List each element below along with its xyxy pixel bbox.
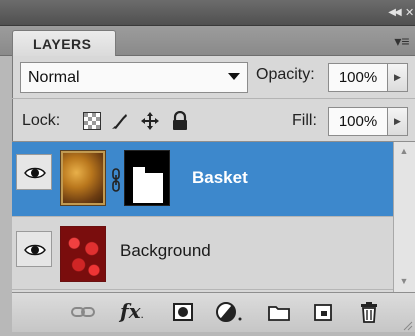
layer-thumbnail[interactable] — [60, 226, 106, 282]
eye-icon — [24, 244, 46, 256]
layer-style-fx-icon[interactable]: fx. — [120, 300, 146, 324]
delete-layer-icon[interactable] — [356, 300, 382, 324]
eye-icon — [24, 167, 46, 179]
visibility-toggle[interactable] — [16, 231, 52, 267]
close-icon[interactable]: ✕ — [405, 6, 415, 20]
mask-shape — [133, 173, 163, 203]
lock-transparent-pixels-icon[interactable] — [82, 111, 102, 131]
resize-grip-icon[interactable] — [401, 318, 413, 331]
scrollbar[interactable] — [393, 142, 415, 292]
layer-name[interactable]: Basket — [192, 168, 248, 188]
chevron-down-icon[interactable] — [228, 73, 240, 80]
fill-field[interactable]: 100% — [328, 107, 388, 136]
divider — [12, 98, 415, 99]
lock-position-icon[interactable] — [140, 111, 160, 131]
lock-image-pixels-icon[interactable] — [110, 111, 130, 131]
scroll-up-arrow[interactable]: ▲ — [393, 142, 415, 160]
new-group-icon[interactable] — [266, 300, 292, 324]
layer-row-basket[interactable]: Basket — [12, 142, 393, 216]
panel-menu-icon[interactable]: ▾≡ — [393, 33, 411, 49]
opacity-slider-toggle[interactable]: ▶ — [388, 63, 408, 92]
fx-label: fx — [120, 299, 141, 323]
collapse-icon[interactable]: ◀◀ — [383, 6, 405, 20]
fill-label: Fill: — [292, 112, 317, 129]
layer-row-background[interactable]: Background — [12, 216, 393, 290]
chain-link-icon[interactable] — [111, 168, 121, 192]
link-layers-icon[interactable] — [70, 300, 96, 324]
lock-all-icon[interactable] — [170, 110, 190, 131]
layer-mask-thumbnail[interactable] — [124, 150, 170, 206]
opacity-label: Opacity: — [256, 66, 315, 83]
adjustment-layer-icon[interactable] — [214, 300, 242, 324]
lock-label: Lock: — [22, 112, 61, 129]
add-mask-icon[interactable] — [170, 300, 196, 324]
blend-mode-select[interactable]: Normal — [20, 62, 248, 93]
scroll-down-arrow[interactable]: ▼ — [393, 272, 415, 290]
opacity-field[interactable]: 100% — [328, 63, 388, 92]
fill-slider-toggle[interactable]: ▶ — [388, 107, 408, 136]
layer-thumbnail[interactable] — [60, 150, 106, 206]
tab-layers[interactable]: LAYERS — [12, 30, 116, 57]
new-layer-icon[interactable] — [310, 300, 336, 324]
visibility-toggle[interactable] — [16, 154, 52, 190]
layer-name[interactable]: Background — [120, 241, 211, 261]
panel-titlebar — [0, 0, 415, 26]
